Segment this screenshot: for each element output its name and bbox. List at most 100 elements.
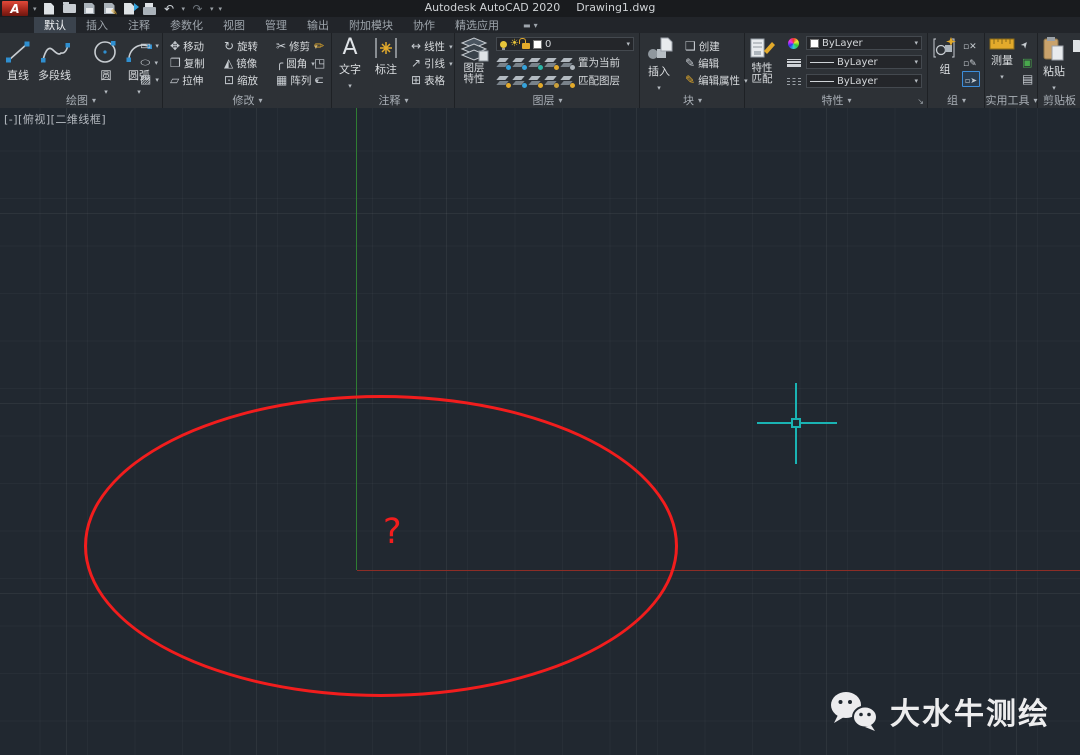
lineweight-caret-icon[interactable] [914, 58, 918, 66]
undo-caret-icon[interactable] [182, 5, 186, 13]
panel-label-block[interactable]: 块 [641, 92, 744, 107]
measure-button[interactable]: 测量 [989, 37, 1015, 82]
linetype-combo[interactable]: ByLayer [806, 74, 922, 88]
layer-select-combo[interactable]: 0 [496, 37, 634, 51]
panel-label-utilities[interactable]: 实用工具 [986, 92, 1037, 107]
tab-output[interactable]: 输出 [297, 17, 339, 33]
text-dropdown-icon[interactable] [348, 78, 352, 91]
line-button[interactable]: 直线 [3, 38, 33, 83]
paste-button[interactable]: 粘贴 [1042, 36, 1066, 93]
new-file-button[interactable] [42, 2, 57, 16]
table-button[interactable]: 表格 [411, 72, 445, 88]
tab-annotate[interactable]: 注释 [118, 17, 160, 33]
panel-label-draw[interactable]: 绘图 [0, 92, 162, 107]
drawn-ellipse[interactable] [84, 395, 678, 697]
properties-dialog-launcher[interactable] [917, 97, 924, 106]
trim-button[interactable]: 修剪 [276, 38, 318, 54]
erase-button[interactable] [314, 38, 324, 54]
layer-isolate-tool-icon[interactable] [512, 57, 525, 68]
stretch-button[interactable]: 拉伸 [170, 72, 203, 88]
select-all-button[interactable] [1022, 54, 1032, 70]
linetype-caret-icon[interactable] [914, 77, 918, 85]
panel-label-properties[interactable]: 特性 [746, 92, 927, 107]
redo-caret-icon[interactable] [210, 5, 214, 13]
tab-addins[interactable]: 附加模块 [339, 17, 403, 33]
object-color-combo[interactable]: ByLayer [806, 36, 922, 50]
undo-button[interactable] [162, 2, 177, 16]
layer-off-tool-icon[interactable] [496, 57, 509, 68]
tab-manage[interactable]: 管理 [255, 17, 297, 33]
panel-label-group[interactable]: 组 [929, 92, 984, 107]
copy-button[interactable]: 复制 [170, 55, 205, 71]
open-file-button[interactable] [62, 2, 77, 16]
layer-unlock-tool-icon[interactable] [544, 75, 557, 86]
hatch-tool-button[interactable] [140, 71, 159, 87]
scale-button[interactable]: 缩放 [224, 72, 258, 88]
layer-thaw-tool-icon[interactable] [528, 75, 541, 86]
layer-unisolate-tool-icon[interactable] [512, 75, 525, 86]
app-menu-button[interactable] [2, 1, 28, 16]
measure-dropdown-icon[interactable] [1000, 69, 1004, 82]
fillet-button[interactable]: 圆角 [276, 55, 315, 71]
layer-on-icon[interactable] [500, 41, 507, 48]
edit-block-button[interactable]: 编辑 [685, 55, 719, 71]
rectangle-tool-button[interactable] [140, 37, 159, 53]
layer-on-tool-icon[interactable] [496, 75, 509, 86]
move-button[interactable]: 移动 [170, 38, 204, 54]
ungroup-button[interactable] [963, 37, 977, 53]
app-menu-caret-icon[interactable] [33, 5, 37, 13]
layer-lock-tool-icon[interactable] [544, 57, 557, 68]
polyline-button[interactable]: 多段线 [38, 38, 71, 83]
insert-block-button[interactable]: 插入 [645, 36, 673, 93]
tab-collaborate[interactable]: 协作 [403, 17, 445, 33]
group-selection-toggle[interactable] [962, 71, 980, 87]
ribbon-display-toggle[interactable] [523, 17, 538, 33]
save-button[interactable] [82, 2, 97, 16]
linear-dimension-button[interactable]: 线性 [411, 38, 453, 54]
layer-thaw-icon[interactable] [510, 39, 519, 49]
leader-button[interactable]: 引线 [411, 55, 453, 71]
set-current-label[interactable]: 置为当前 [578, 55, 620, 70]
question-mark-annotation[interactable]: ? [383, 512, 402, 552]
clipboard-extra-button[interactable] [1073, 38, 1080, 54]
layer-unlock-icon[interactable] [522, 43, 530, 49]
mirror-button[interactable]: 镜像 [224, 55, 257, 71]
ellipse-tool-button[interactable] [140, 54, 158, 70]
edit-attributes-button[interactable]: 编辑属性 [685, 72, 748, 88]
transmit-button[interactable] [122, 2, 137, 16]
array-button[interactable]: 阵列 [276, 72, 319, 88]
object-color-caret-icon[interactable] [914, 39, 918, 47]
join-button[interactable] [314, 72, 324, 88]
tab-home[interactable]: 默认 [34, 17, 76, 33]
quick-select-button[interactable] [1022, 37, 1030, 53]
dimension-button[interactable]: 标注 [373, 36, 399, 77]
qat-customize-button[interactable] [219, 5, 223, 13]
tab-view[interactable]: 视图 [213, 17, 255, 33]
match-layer-icon[interactable] [560, 75, 573, 86]
circle-button[interactable]: 圆 [92, 38, 120, 97]
group-button[interactable]: 组 [932, 36, 958, 77]
lineweight-combo[interactable]: ByLayer [806, 55, 922, 69]
panel-label-clipboard[interactable]: 剪贴板 [1039, 92, 1080, 107]
leader-dropdown-icon[interactable] [448, 57, 453, 69]
layer-freeze-tool-icon[interactable] [528, 57, 541, 68]
rotate-button[interactable]: 旋转 [224, 38, 258, 54]
tab-parametric[interactable]: 参数化 [160, 17, 213, 33]
explode-button[interactable] [314, 55, 325, 71]
quick-calc-button[interactable] [1022, 71, 1033, 87]
text-button[interactable]: A 文字 [339, 36, 361, 91]
redo-button[interactable] [190, 2, 205, 16]
viewport-controls[interactable]: [-][俯视][二维线框] [4, 111, 106, 127]
tab-insert[interactable]: 插入 [76, 17, 118, 33]
linear-dropdown-icon[interactable] [448, 40, 453, 52]
group-edit-button[interactable] [963, 54, 977, 70]
panel-label-annotation[interactable]: 注释 [333, 92, 454, 107]
panel-label-layers[interactable]: 图层 [456, 92, 639, 107]
create-block-button[interactable]: 创建 [685, 38, 720, 54]
set-current-layer-icon[interactable] [560, 57, 573, 68]
layer-properties-button[interactable]: 图层特性 [459, 36, 489, 85]
layer-combo-caret-icon[interactable] [626, 40, 630, 48]
match-layer-label[interactable]: 匹配图层 [578, 73, 620, 88]
tab-featured-apps[interactable]: 精选应用 [445, 17, 509, 33]
drawing-canvas[interactable]: [-][俯视][二维线框] ? 大水牛测绘 [0, 108, 1080, 755]
